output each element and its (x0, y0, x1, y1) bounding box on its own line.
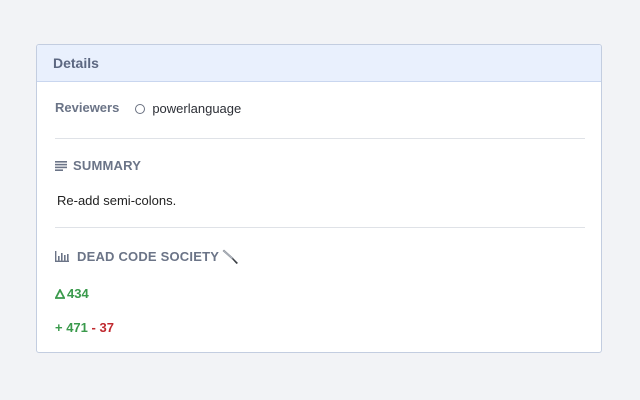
reviewers-row: Reviewers powerlanguage (55, 82, 585, 139)
delta-line: 434 (55, 286, 585, 301)
dead-code-society-label: DEAD CODE SOCIETY (77, 248, 220, 264)
summary-heading-label: SUMMARY (73, 158, 142, 173)
reviewer-item[interactable]: powerlanguage (135, 101, 241, 116)
details-body: Reviewers powerlanguage SUMMARY Re-add s… (37, 82, 601, 335)
delta-icon (55, 288, 65, 299)
details-panel: Details Reviewers powerlanguage SUMMARY … (36, 44, 602, 353)
details-title: Details (53, 55, 99, 71)
details-header: Details (37, 45, 601, 82)
summary-heading: SUMMARY (55, 158, 585, 173)
changes-line: + 471 - 37 (55, 320, 585, 335)
bar-chart-icon (55, 250, 69, 262)
knife-icon (222, 249, 239, 264)
reviewers-label: Reviewers (55, 100, 120, 115)
reviewer-name[interactable]: powerlanguage (152, 101, 241, 116)
summary-text: Re-add semi-colons. (57, 193, 177, 208)
lines-icon (55, 160, 67, 171)
summary-section: SUMMARY Re-add semi-colons. (55, 139, 585, 228)
lines-added: + 471 (55, 320, 88, 335)
circle-icon (135, 103, 146, 114)
lines-removed: 37 (99, 320, 114, 335)
changes-separator: - (91, 320, 96, 335)
dead-code-society-section: DEAD CODE SOCIETY 434 + 471 - 37 (55, 228, 585, 335)
delta-value: 434 (67, 286, 89, 301)
dead-code-society-heading: DEAD CODE SOCIETY (55, 248, 585, 264)
